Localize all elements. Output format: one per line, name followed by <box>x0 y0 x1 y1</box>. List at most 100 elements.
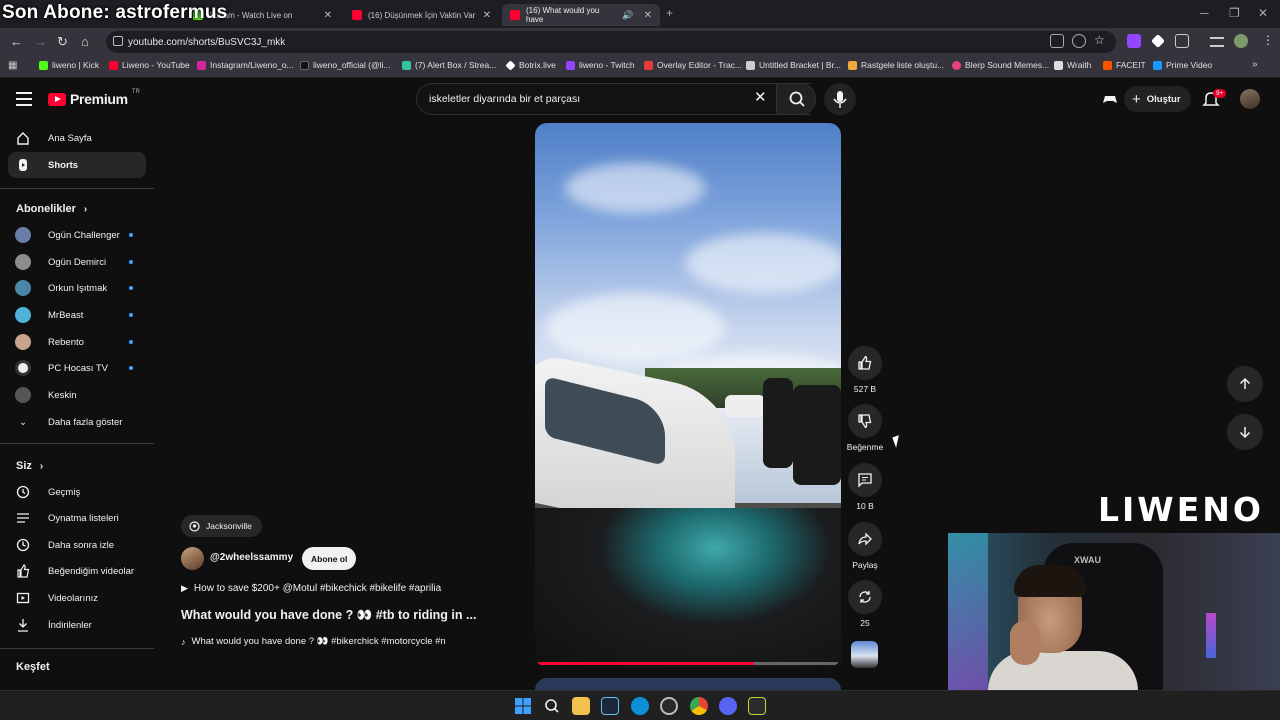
more-bookmarks-icon[interactable]: » <box>1252 59 1258 70</box>
shorts-video-player[interactable] <box>535 123 841 667</box>
menu-icon[interactable] <box>16 92 32 106</box>
new-tab-button[interactable]: + <box>666 6 673 20</box>
bookmark[interactable]: Blerp Sound Memes... <box>952 60 1049 70</box>
like-button[interactable]: 527 B <box>845 346 885 394</box>
youtube-premium-logo[interactable]: Premium TR <box>48 89 140 107</box>
sidebar-channel[interactable]: Ogün Demirci <box>8 249 146 275</box>
sidebar-channel[interactable]: Ogün Challenger <box>8 222 146 248</box>
sidebar-channel[interactable]: MrBeast <box>8 302 146 328</box>
sidebar-channel[interactable]: Rebento <box>8 329 146 355</box>
back-icon[interactable]: ← <box>10 34 23 49</box>
subscribe-button[interactable]: Abone ol <box>302 547 357 570</box>
steam-icon[interactable] <box>601 697 619 715</box>
bookmark[interactable]: Rastgele liste oluştu... <box>848 60 944 70</box>
next-short-preview[interactable] <box>535 678 841 690</box>
discord-icon[interactable] <box>719 697 737 715</box>
next-short-button[interactable] <box>1227 414 1263 450</box>
profile-icon[interactable] <box>1234 34 1248 48</box>
games-icon[interactable] <box>1102 91 1118 107</box>
share-button[interactable]: Paylaş <box>845 522 885 570</box>
channel-avatar <box>15 227 31 243</box>
show-more-button[interactable]: ⌄ Daha fazla göster <box>8 409 146 435</box>
speaker-icon[interactable]: 🔊 <box>622 10 633 21</box>
sidebar-channel[interactable]: PC Hocası TV <box>8 355 146 381</box>
search-button[interactable] <box>776 83 816 115</box>
chrome-icon[interactable] <box>690 697 708 715</box>
star-icon[interactable]: ☆ <box>1094 33 1105 47</box>
channel-avatar[interactable] <box>181 547 204 570</box>
channel-name[interactable]: @2wheelssammy <box>210 552 293 563</box>
bookmark[interactable]: Liweno - YouTube <box>109 60 190 70</box>
bookmark[interactable]: Prime Video <box>1153 60 1212 70</box>
window-close-icon[interactable]: ✕ <box>1258 6 1268 20</box>
bookmark[interactable]: Instagram/Liweno_o... <box>197 60 294 70</box>
subscriptions-heading[interactable]: Abonelikler › <box>16 203 87 215</box>
sidebar-item-watch-later[interactable]: Daha sonra izle <box>8 532 146 558</box>
address-bar[interactable]: youtube.com/shorts/BuSVC3J_mkk <box>106 31 1116 53</box>
sidebar-item-liked-videos[interactable]: Beğendiğim videolar <box>8 558 146 584</box>
site-info-icon[interactable] <box>113 36 123 46</box>
app-icon[interactable] <box>748 697 766 715</box>
comments-button[interactable]: 10 B <box>845 463 885 511</box>
share-label: Paylaş <box>852 560 878 570</box>
bookmark[interactable]: Wraith <box>1054 60 1091 70</box>
search-input[interactable]: iskeletler diyarında bir et parçası <box>416 83 811 115</box>
menu-kebab-icon[interactable]: ⋮ <box>1262 33 1274 47</box>
extension-diamond-icon[interactable] <box>1151 34 1165 48</box>
close-icon[interactable]: ✕ <box>483 10 491 21</box>
remix-button[interactable]: 25 <box>845 580 885 628</box>
obs-icon[interactable] <box>660 697 678 715</box>
clear-search-icon[interactable]: ✕ <box>754 90 767 105</box>
previous-short-button[interactable] <box>1227 366 1263 402</box>
sidebar-item-your-videos[interactable]: Videolarınız <box>8 585 146 611</box>
bookmark[interactable]: FACEIT <box>1103 60 1146 70</box>
sidebar-item-shorts[interactable]: Shorts <box>8 152 146 178</box>
extension-twitch-icon[interactable] <box>1127 34 1141 48</box>
bookmark[interactable]: Overlay Editor - Trac... <box>644 60 742 70</box>
sidebar-item-downloads[interactable]: İndirilenler <box>8 612 146 638</box>
apps-grid-icon[interactable]: ▦ <box>8 60 17 71</box>
browser-tab[interactable]: (16) Düşünmek İçin Vaktin Var ✕ <box>344 4 499 26</box>
home-icon[interactable]: ⌂ <box>81 34 89 49</box>
sidebar-item-playlists[interactable]: Oynatma listeleri <box>8 505 146 531</box>
sidebar-item-history[interactable]: Geçmiş <box>8 479 146 505</box>
bookmark[interactable]: Botrix.live <box>505 59 556 71</box>
sidebar-item-home[interactable]: Ana Sayfa <box>8 125 146 151</box>
dislike-button[interactable]: Beğenme <box>842 404 888 452</box>
close-icon[interactable]: ✕ <box>644 10 652 21</box>
forward-icon[interactable]: → <box>34 34 47 49</box>
bookmark[interactable]: (7) Alert Box / Strea... <box>402 60 496 70</box>
short-title[interactable]: What would you have done ? 👀 #tb to ridi… <box>181 608 476 623</box>
avatar[interactable] <box>1240 89 1260 109</box>
eye-off-icon[interactable] <box>1072 34 1086 48</box>
sound-thumbnail[interactable] <box>851 641 878 668</box>
webcam-ambient-light <box>948 533 988 690</box>
windows-start-icon[interactable] <box>514 697 532 715</box>
extensions-icon[interactable] <box>1175 34 1189 48</box>
minimize-icon[interactable]: ─ <box>1200 6 1209 20</box>
bookmark[interactable]: liweno_official (@li... <box>300 60 390 70</box>
shorts-icon <box>16 158 30 172</box>
you-heading[interactable]: Siz › <box>16 460 43 472</box>
install-app-icon[interactable] <box>1050 34 1064 48</box>
browser-tab-active[interactable]: (16) What would you have 🔊 ✕ <box>502 4 660 26</box>
promoted-video-link[interactable]: ▶ How to save $200+ @Motul #bikechick #b… <box>181 583 441 594</box>
reading-list-icon[interactable] <box>1210 37 1224 47</box>
file-explorer-icon[interactable] <box>572 697 590 715</box>
sound-link[interactable]: ♪ What would you have done ? 👀 #bikerchi… <box>181 636 446 647</box>
bookmark[interactable]: liweno - Twitch <box>566 60 635 70</box>
bookmark[interactable]: liweno | Kick <box>39 60 99 70</box>
search-icon[interactable] <box>543 697 561 715</box>
sidebar-channel[interactable]: Orkun Işıtmak <box>8 275 146 301</box>
close-icon[interactable]: ✕ <box>324 10 332 21</box>
sidebar-channel[interactable]: Keskin <box>8 382 146 408</box>
reload-icon[interactable]: ↻ <box>57 34 68 50</box>
microphone-icon <box>833 91 847 108</box>
location-chip[interactable]: Jacksonville <box>181 515 262 537</box>
voice-search-button[interactable] <box>824 83 856 115</box>
video-progress-bar[interactable] <box>538 662 838 665</box>
maximize-icon[interactable]: ❐ <box>1229 6 1240 20</box>
bookmark[interactable]: Untitled Bracket | Br... <box>746 60 841 70</box>
create-button[interactable]: + Oluştur <box>1124 86 1191 112</box>
edge-icon[interactable] <box>631 697 649 715</box>
